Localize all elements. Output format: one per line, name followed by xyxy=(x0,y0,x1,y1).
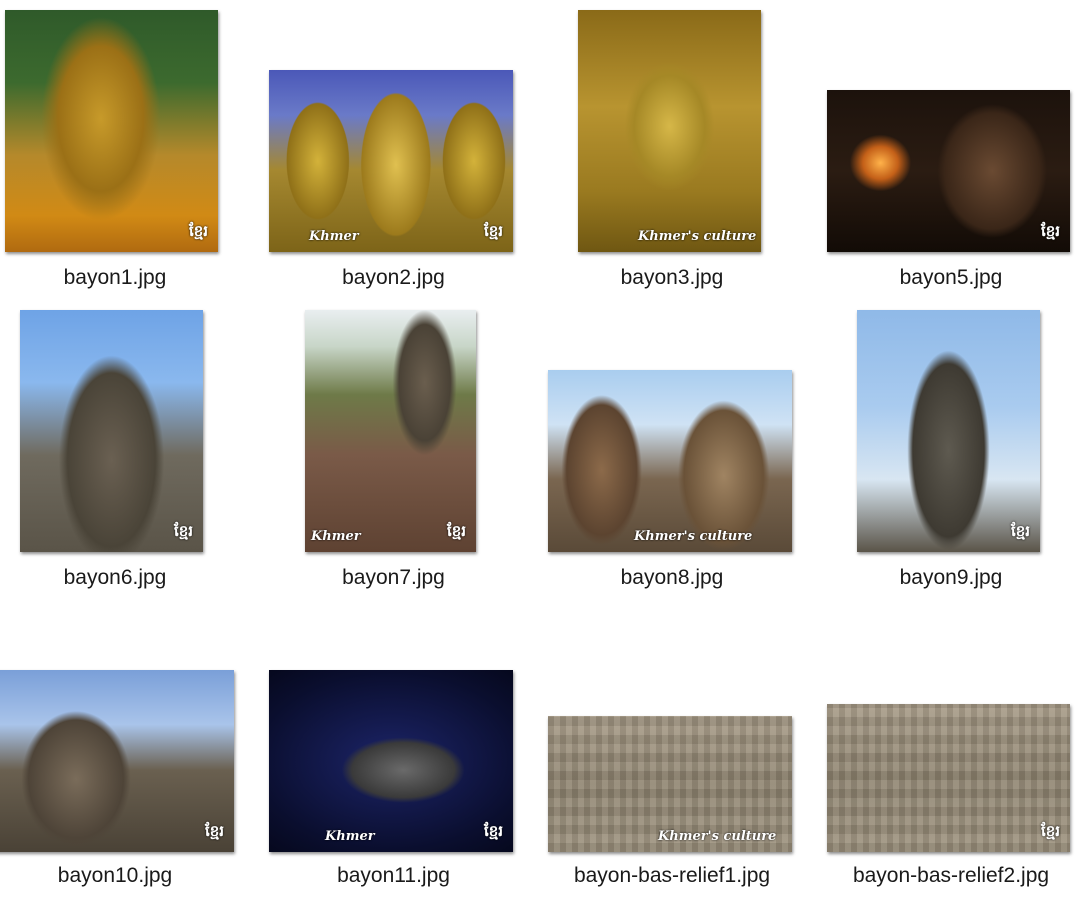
file-name: bayon1.jpg xyxy=(63,266,167,289)
file-name: bayon6.jpg xyxy=(63,566,167,589)
watermark-text: Khmer xyxy=(325,829,375,844)
file-name: bayon10.jpg xyxy=(57,864,173,887)
watermark-logo: ខ្មែរ xyxy=(204,822,224,840)
image-thumbnail[interactable]: ខ្មែរ xyxy=(20,310,203,552)
watermark-logo: ខ្មែរ xyxy=(1010,522,1030,540)
image-thumbnail[interactable]: ខ្មែរ xyxy=(827,90,1070,252)
image-thumbnail[interactable]: Khmer's culture xyxy=(548,370,792,552)
image-thumbnail[interactable]: Khmer ខ្មែរ xyxy=(269,670,513,852)
file-name: bayon-bas-relief1.jpg xyxy=(573,864,771,887)
image-thumbnail[interactable]: ខ្មែរ xyxy=(5,10,218,252)
file-name: bayon11.jpg xyxy=(337,864,450,887)
image-thumbnail[interactable]: Khmer's culture xyxy=(578,10,761,252)
file-item[interactable]: Khmer ខ្មែរ bayon2.jpg xyxy=(269,0,542,300)
image-thumbnail[interactable]: ខ្មែរ xyxy=(0,670,234,852)
file-item[interactable]: Khmer ខ្មែរ bayon11.jpg xyxy=(269,600,542,900)
watermark-text: Khmer xyxy=(309,229,359,244)
file-item[interactable]: Khmer's culture bayon8.jpg xyxy=(542,300,813,600)
watermark-text: Khmer's culture xyxy=(658,829,777,844)
watermark-logo: ខ្មែរ xyxy=(483,822,503,840)
file-item[interactable]: ខ្មែរ bayon5.jpg xyxy=(813,0,1084,300)
watermark-text: Khmer xyxy=(311,529,361,544)
watermark-logo: ខ្មែរ xyxy=(1040,822,1060,840)
image-thumbnail[interactable]: Khmer ខ្មែរ xyxy=(269,70,513,252)
image-thumbnail[interactable]: ខ្មែរ xyxy=(827,704,1070,852)
watermark-logo: ខ្មែរ xyxy=(173,522,193,540)
file-name: bayon-bas-relief2.jpg xyxy=(852,864,1050,887)
file-name: bayon8.jpg xyxy=(620,566,724,589)
image-thumbnail[interactable]: Khmer ខ្មែរ xyxy=(305,310,476,552)
watermark-logo: ខ្មែរ xyxy=(1040,222,1060,240)
watermark-logo: ខ្មែរ xyxy=(446,522,466,540)
file-name: bayon9.jpg xyxy=(899,566,1003,589)
image-thumbnail[interactable]: ខ្មែរ xyxy=(857,310,1040,552)
file-item[interactable]: Khmer ខ្មែរ bayon7.jpg xyxy=(271,300,542,600)
watermark-text: Khmer's culture xyxy=(634,529,753,544)
file-name: bayon2.jpg xyxy=(342,266,445,289)
file-item[interactable]: Khmer's culture bayon-bas-relief1.jpg xyxy=(542,600,813,900)
file-item[interactable]: ខ្មែរ bayon1.jpg xyxy=(0,0,271,300)
file-item[interactable]: ខ្មែរ bayon10.jpg xyxy=(0,600,271,900)
watermark-text: Khmer's culture xyxy=(638,229,757,244)
file-item[interactable]: ខ្មែរ bayon9.jpg xyxy=(813,300,1084,600)
watermark-logo: ខ្មែរ xyxy=(483,222,503,240)
image-thumbnail[interactable]: Khmer's culture xyxy=(548,716,792,852)
file-item[interactable]: Khmer's culture bayon3.jpg xyxy=(542,0,813,300)
file-name: bayon5.jpg xyxy=(899,266,1003,289)
file-item[interactable]: ខ្មែរ bayon6.jpg xyxy=(0,300,271,600)
file-name: bayon7.jpg xyxy=(342,566,445,589)
file-name: bayon3.jpg xyxy=(620,266,724,289)
file-item[interactable]: ខ្មែរ bayon-bas-relief2.jpg xyxy=(813,600,1084,900)
watermark-logo: ខ្មែរ xyxy=(188,222,208,240)
